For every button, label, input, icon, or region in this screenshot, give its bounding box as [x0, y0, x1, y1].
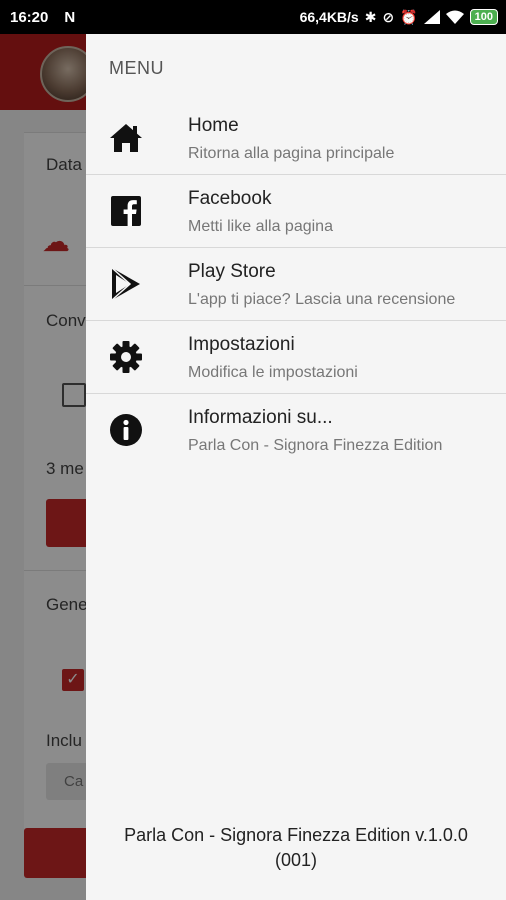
- menu-item-play-store[interactable]: Play Store L'app ti piace? Lascia una re…: [86, 248, 506, 321]
- dnd-icon: ⊘: [382, 8, 395, 25]
- notification-icon: N: [64, 8, 76, 26]
- app-version-text: Parla Con - Signora Finezza Edition v.1.…: [124, 825, 468, 845]
- menu-item-subtitle: Modifica le impostazioni: [188, 364, 358, 381]
- alarm-icon: ⏰: [400, 8, 418, 25]
- menu-item-title: Facebook: [188, 188, 272, 209]
- network-speed: 66,4KB/s: [299, 9, 359, 25]
- menu-item-title: Play Store: [188, 261, 276, 282]
- signal-icon: [423, 10, 440, 24]
- menu-item-settings[interactable]: Impostazioni Modifica le impostazioni: [86, 321, 506, 394]
- status-bar: 16:20 N 66,4KB/s ✱ ⊘ ⏰ 100: [0, 0, 506, 34]
- info-icon: [108, 412, 144, 448]
- bluetooth-icon: ✱: [364, 8, 377, 25]
- menu-item-title: Impostazioni: [188, 334, 295, 355]
- menu-item-subtitle: L'app ti piace? Lascia una recensione: [188, 291, 456, 308]
- status-time: 16:20: [10, 8, 49, 26]
- menu-item-subtitle: Parla Con - Signora Finezza Edition: [188, 437, 443, 454]
- menu-item-about[interactable]: Informazioni su... Parla Con - Signora F…: [86, 394, 506, 467]
- drawer-title: MENU: [109, 58, 164, 78]
- menu-item-facebook[interactable]: Facebook Metti like alla pagina: [86, 175, 506, 248]
- app-version-footer: Parla Con - Signora Finezza Edition v.1.…: [86, 823, 506, 873]
- menu-item-subtitle: Metti like alla pagina: [188, 218, 333, 235]
- wifi-icon: [445, 10, 464, 24]
- app-build-number: (001): [274, 850, 318, 870]
- gear-icon: [108, 339, 144, 375]
- navigation-drawer: MENU Home Ritorna alla pagina principale…: [86, 34, 506, 900]
- menu-item-home[interactable]: Home Ritorna alla pagina principale: [86, 102, 506, 175]
- menu-item-title: Informazioni su...: [188, 407, 333, 428]
- home-icon: [108, 120, 144, 156]
- menu-item-title: Home: [188, 115, 239, 136]
- facebook-icon: [108, 193, 144, 229]
- battery-indicator: 100: [469, 9, 498, 25]
- play-store-icon: [108, 266, 144, 302]
- menu-item-subtitle: Ritorna alla pagina principale: [188, 145, 395, 162]
